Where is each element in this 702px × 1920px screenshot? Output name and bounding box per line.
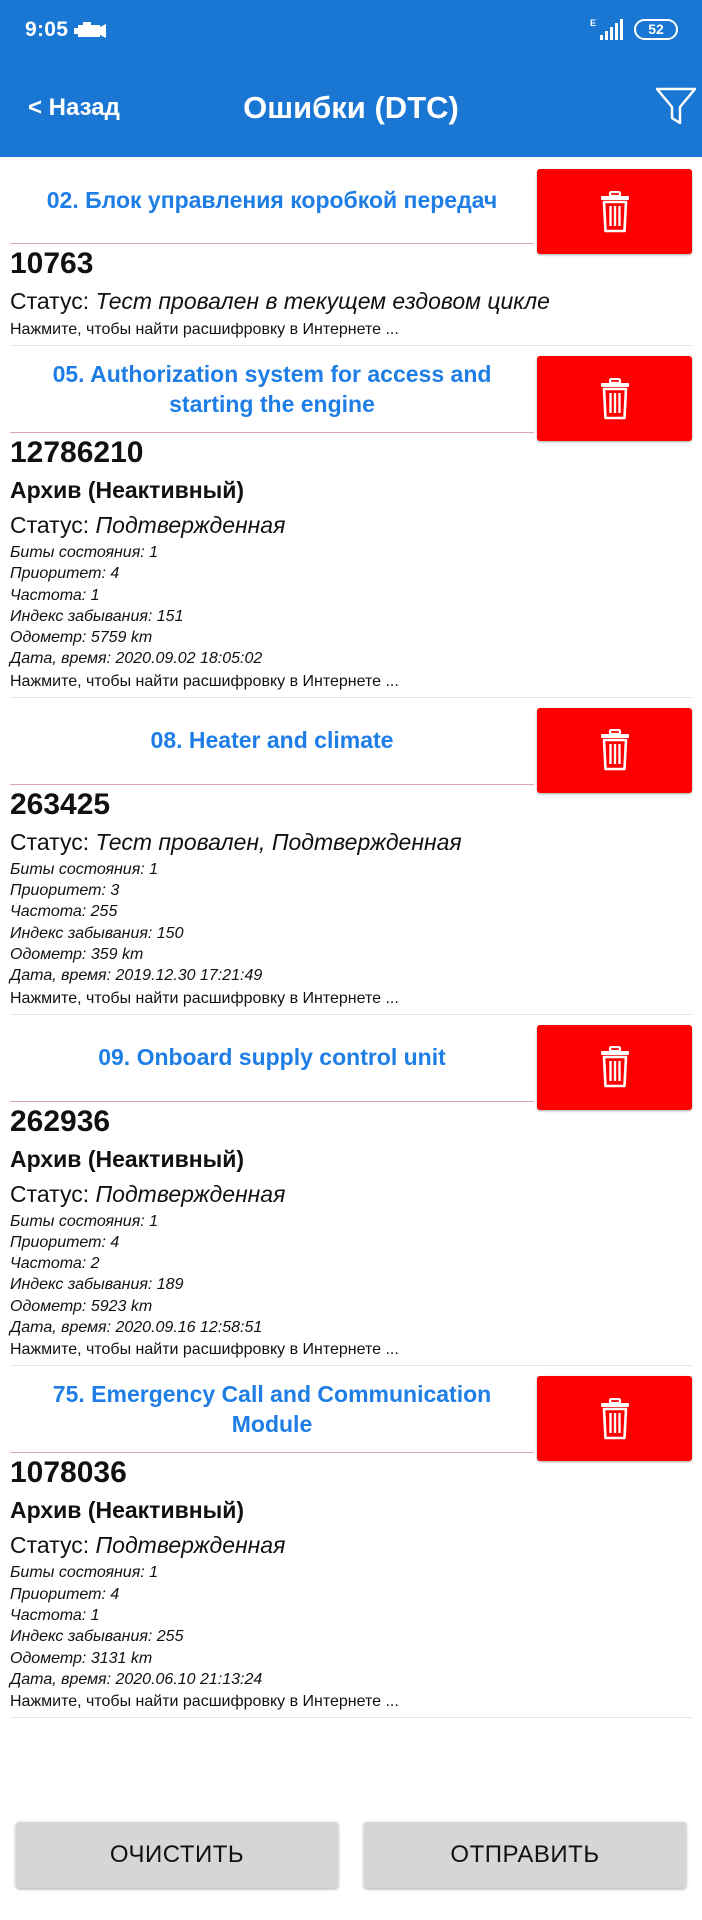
module-title: 05. Authorization system for access and … <box>52 360 492 417</box>
dtc-detail: Дата, время: 2020.09.02 18:05:02 <box>10 650 263 668</box>
search-online-link[interactable]: Нажмите, чтобы найти расшифровку в Интер… <box>10 1690 702 1714</box>
network-type-label: E <box>590 18 596 28</box>
status-prefix: Статус: <box>10 288 96 314</box>
dtc-detail: Биты состояния: 1 <box>10 860 159 878</box>
archive-label: Архив (Неактивный) <box>10 477 245 503</box>
status-prefix: Статус: <box>10 1532 96 1559</box>
app-bar: 9:05 E 52 < Назад Ошибки (DTC) <box>0 0 702 157</box>
module-header: 02. Блок управления коробкой передач <box>0 157 702 254</box>
delete-button[interactable] <box>537 356 692 441</box>
battery-level: 52 <box>648 21 664 37</box>
module-divider <box>10 783 534 785</box>
clear-button[interactable]: ОЧИСТИТЬ <box>16 1822 338 1888</box>
dtc-status: Статус: Подтвержденная <box>10 508 702 542</box>
archive-label: Архив (Неактивный) <box>10 1145 245 1172</box>
module-title: 75. Emergency Call and Communication Mod… <box>52 1380 492 1437</box>
status-value: Тест провален, Подтвержденная <box>95 828 462 855</box>
dtc-status: Статус: Тест провален в текущем ездовом … <box>10 284 702 318</box>
delete-button[interactable] <box>537 169 692 254</box>
search-online-link[interactable]: Нажмите, чтобы найти расшифровку в Интер… <box>10 318 702 342</box>
section-separator <box>10 1717 692 1719</box>
dtc-detail: Приоритет: 4 <box>10 565 120 583</box>
search-online-link[interactable]: Нажмите, чтобы найти расшифровку в Интер… <box>10 670 702 694</box>
dtc-status: Статус: Подтвержденная <box>10 1177 702 1211</box>
delete-button[interactable] <box>537 1376 692 1462</box>
dtc-list: 02. Блок управления коробкой передач 1076… <box>0 157 702 1719</box>
search-online-link[interactable]: Нажмите, чтобы найти расшифровку в Интер… <box>10 1338 702 1362</box>
signal-icon: E <box>590 18 623 40</box>
dtc-detail: Частота: 255 <box>10 903 118 921</box>
dtc-detail: Индекс забывания: 255 <box>10 1628 184 1646</box>
dtc-detail: Приоритет: 4 <box>10 1233 120 1251</box>
dtc-detail: Индекс забывания: 150 <box>10 924 184 942</box>
dtc-section: 02. Блок управления коробкой передач 1076… <box>0 157 702 346</box>
module-divider <box>10 1452 534 1454</box>
status-value: Подтвержденная <box>95 1180 286 1207</box>
dtc-section: 08. Heater and climate 263425 Статус: Тест… <box>0 698 702 1015</box>
trash-icon <box>600 1046 629 1088</box>
dtc-status: Статус: Тест провален, Подтвержденная <box>10 825 702 859</box>
module-title: 02. Блок управления коробкой передач <box>46 186 498 213</box>
dtc-detail: Приоритет: 4 <box>10 1585 120 1603</box>
dtc-detail: Частота: 2 <box>10 1255 100 1273</box>
trash-icon <box>600 377 629 419</box>
dtc-section: 09. Onboard supply control unit 262936 Арх… <box>0 1015 702 1367</box>
status-prefix: Статус: <box>10 1180 96 1207</box>
archive-label: Архив (Неактивный) <box>10 1497 245 1524</box>
send-button[interactable]: ОТПРАВИТЬ <box>364 1822 686 1888</box>
dtc-detail: Биты состояния: 1 <box>10 1212 159 1230</box>
dtc-detail: Частота: 1 <box>10 586 100 604</box>
status-time: 9:05 <box>25 18 69 41</box>
module-divider <box>10 1100 534 1102</box>
module-header: 09. Onboard supply control unit <box>0 1015 702 1110</box>
module-header: 05. Authorization system for access and … <box>0 346 702 441</box>
trash-icon <box>600 190 629 232</box>
dtc-detail: Биты состояния: 1 <box>10 544 159 561</box>
dtc-status: Статус: Подтвержденная <box>10 1528 702 1562</box>
status-value: Подтвержденная <box>95 512 286 538</box>
status-prefix: Статус: <box>10 828 96 855</box>
module-header: 08. Heater and climate <box>0 698 702 793</box>
module-divider <box>10 432 534 433</box>
dtc-detail: Дата, время: 2019.12.30 17:21:49 <box>10 967 263 985</box>
trash-icon <box>600 1397 629 1440</box>
module-divider <box>10 243 534 244</box>
dtc-detail: Частота: 1 <box>10 1606 100 1624</box>
dtc-detail: Одометр: 5759 km <box>10 629 153 647</box>
status-value: Тест провален в текущем ездовом цикле <box>95 288 550 314</box>
delete-button[interactable] <box>537 1024 692 1110</box>
bottom-actions: ОЧИСТИТЬ ОТПРАВИТЬ <box>0 1822 702 1892</box>
engine-icon <box>74 22 106 38</box>
dtc-section: 75. Emergency Call and Communication Mod… <box>0 1366 702 1719</box>
filter-icon[interactable] <box>654 84 698 128</box>
search-online-link[interactable]: Нажмите, чтобы найти расшифровку в Интер… <box>10 987 702 1011</box>
dtc-detail: Индекс забывания: 151 <box>10 607 184 625</box>
page-title: Ошибки (DTC) <box>243 90 459 125</box>
delete-button[interactable] <box>537 707 692 793</box>
module-title: 09. Onboard supply control unit <box>98 1044 446 1071</box>
dtc-detail: Дата, время: 2020.09.16 12:58:51 <box>10 1319 263 1337</box>
dtc-detail: Индекс забывания: 189 <box>10 1276 184 1294</box>
trash-icon <box>600 729 629 771</box>
dtc-detail: Одометр: 3131 km <box>10 1649 153 1667</box>
module-title: 08. Heater and climate <box>150 727 394 754</box>
status-prefix: Статус: <box>10 512 96 538</box>
status-value: Подтвержденная <box>95 1532 286 1559</box>
dtc-detail: Одометр: 359 km <box>10 945 144 963</box>
status-bar: 9:05 E 52 <box>0 0 702 60</box>
dtc-detail: Биты состояния: 1 <box>10 1564 159 1582</box>
dtc-detail: Приоритет: 3 <box>10 882 120 900</box>
dtc-detail: Дата, время: 2020.06.10 21:13:24 <box>10 1670 263 1688</box>
dtc-detail: Одометр: 5923 km <box>10 1297 153 1315</box>
dtc-section: 05. Authorization system for access and … <box>0 346 702 698</box>
module-header: 75. Emergency Call and Communication Mod… <box>0 1366 702 1462</box>
battery-icon: 52 <box>634 19 678 40</box>
